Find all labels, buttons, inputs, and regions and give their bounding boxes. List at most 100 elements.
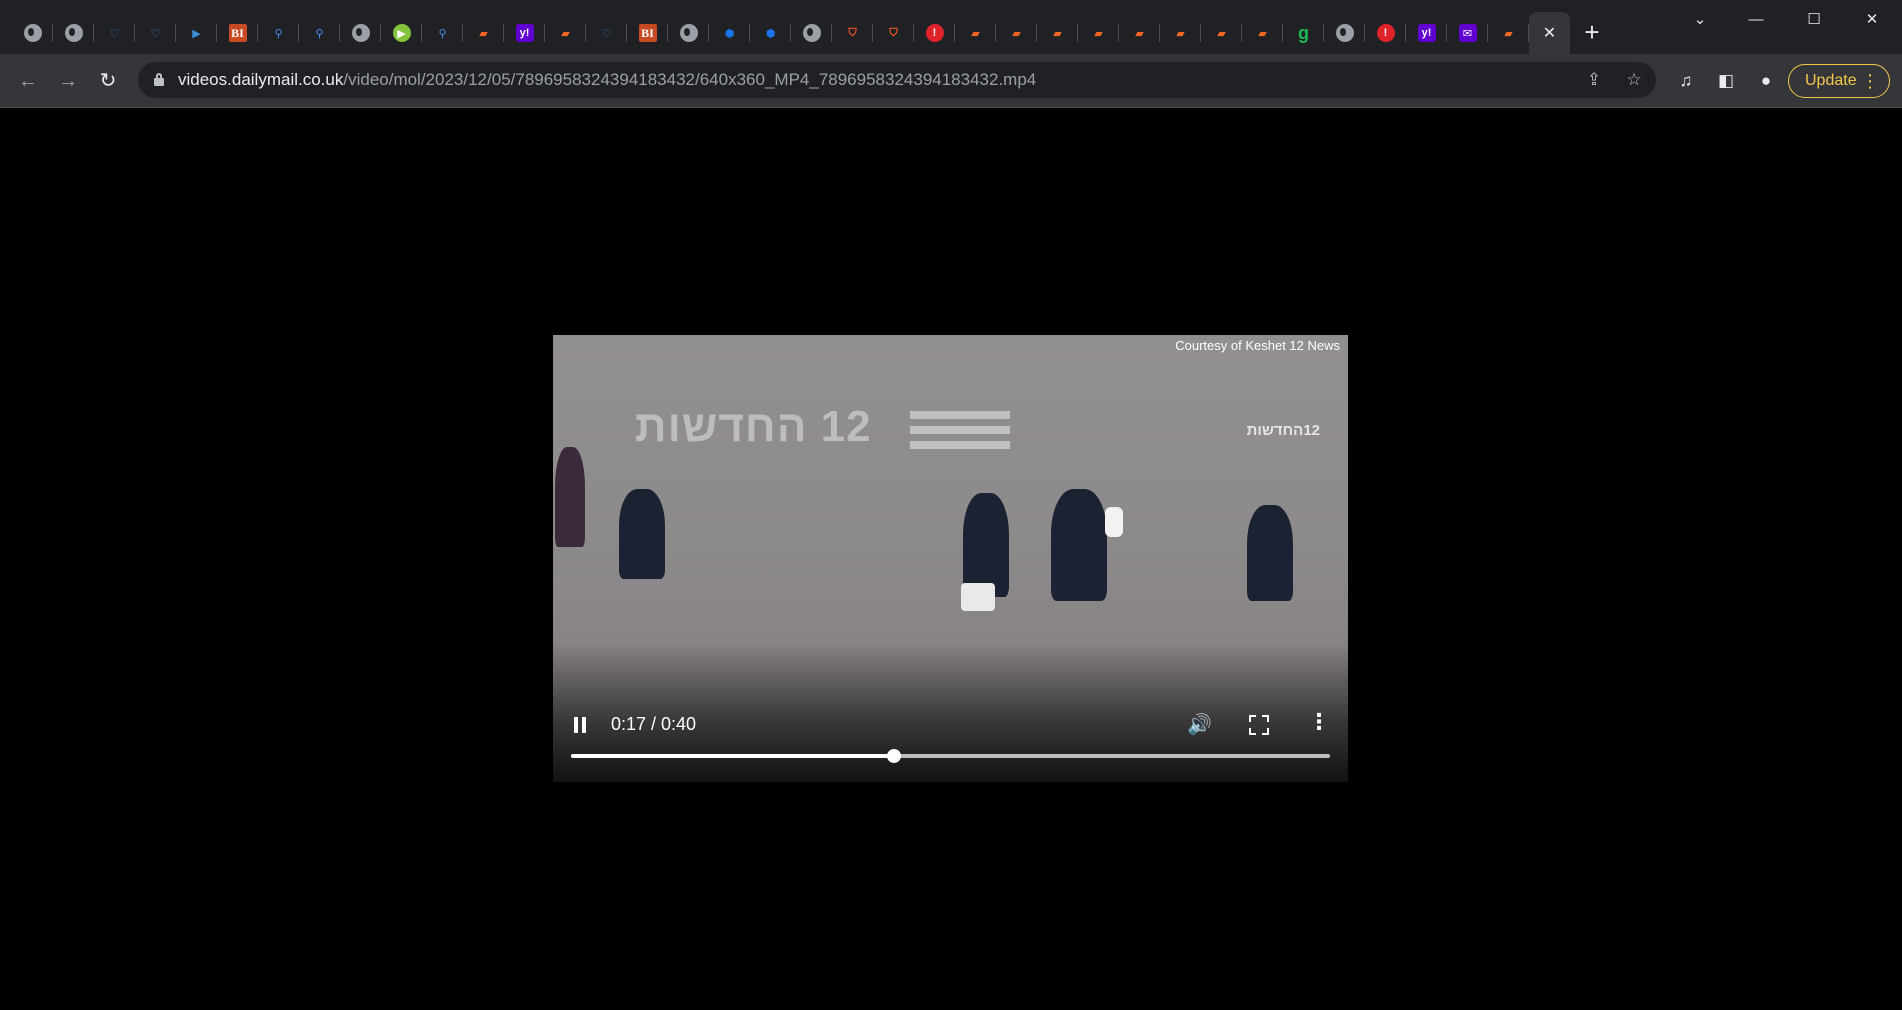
browser-tab[interactable] <box>791 12 832 54</box>
controls-gradient <box>553 642 1348 782</box>
volume-icon[interactable]: 🔊 <box>1187 712 1213 738</box>
browser-tab[interactable]: ! <box>914 12 955 54</box>
browser-tab[interactable]: ⬢ <box>709 12 750 54</box>
channel-watermark: 12 החדשות <box>635 402 872 451</box>
business-insider-icon: BI <box>638 24 657 42</box>
browser-tab[interactable] <box>12 12 53 54</box>
bookmark-icon: ▰ <box>1504 27 1513 40</box>
browser-tab[interactable]: ▰ <box>1201 12 1242 54</box>
play-icon: ▶ <box>392 24 411 42</box>
browser-tab[interactable] <box>53 12 94 54</box>
browser-tab[interactable]: ⚲ <box>422 12 463 54</box>
malwarebytes-icon: ♡ <box>150 27 161 40</box>
minimize-button[interactable]: — <box>1736 6 1776 34</box>
browser-tab[interactable]: ⚲ <box>299 12 340 54</box>
bookmark-star-icon[interactable]: ☆ <box>1624 70 1644 90</box>
browser-tab[interactable]: ▰ <box>1078 12 1119 54</box>
yahoo-icon: y! <box>515 24 534 42</box>
fullscreen-icon[interactable] <box>1247 713 1271 737</box>
bookmark-icon: ▰ <box>479 27 488 40</box>
tab-list: ♡ ♡ ▶ BI ⚲ ⚲ ▶ ⚲ ▰ y! ▰ ♡ BI ⬢ ⬢ ⛉ ⛉! ▰ ▰ ▰ ▰ ▰ ▰ ▰ ▰ g! y! ✉ ▰ ✕ <box>12 12 1570 54</box>
browser-tab[interactable] <box>1324 12 1365 54</box>
browser-tab[interactable]: ▰ <box>1119 12 1160 54</box>
bookmark-icon: ▰ <box>1012 27 1021 40</box>
browser-tab[interactable]: ♡ <box>94 12 135 54</box>
video-player[interactable]: Courtesy of Keshet 12 News 12 החדשות 12ה… <box>553 335 1348 782</box>
lock-icon[interactable] <box>154 73 164 86</box>
channel-watermark-small: 12החדשות <box>1246 422 1320 439</box>
address-bar[interactable]: videos.dailymail.co.uk/video/mol/2023/12… <box>138 62 1656 98</box>
profile-icon[interactable]: ● <box>1752 67 1780 95</box>
active-tab[interactable]: ✕ <box>1529 12 1570 54</box>
person-figure <box>1247 505 1293 601</box>
seek-handle[interactable] <box>886 749 901 763</box>
person-figure <box>963 493 1009 597</box>
close-window-button[interactable]: ✕ <box>1852 6 1892 34</box>
browser-tab[interactable]: ▶ <box>176 12 217 54</box>
yahoo-mail-icon: ✉ <box>1458 24 1477 42</box>
update-label: Update <box>1805 72 1857 89</box>
time-display: 0:17 / 0:40 <box>611 714 697 734</box>
url-path: /video/mol/2023/12/05/789695832439418343… <box>343 70 1037 89</box>
new-tab-button[interactable]: + <box>1578 19 1606 48</box>
maximize-button[interactable]: ☐ <box>1794 6 1834 34</box>
bookmark-icon: ▰ <box>1217 27 1226 40</box>
browser-tab[interactable]: ♡ <box>135 12 176 54</box>
bookmark-icon: ▰ <box>1258 27 1267 40</box>
white-object <box>961 583 995 611</box>
browser-tab[interactable]: BI <box>217 12 258 54</box>
browser-tab[interactable]: g <box>1283 12 1324 54</box>
bookmark-icon: ▰ <box>561 27 570 40</box>
browser-tab[interactable]: ▰ <box>1037 12 1078 54</box>
update-button[interactable]: Update ⋮ <box>1788 64 1890 98</box>
search-icon: ⚲ <box>438 27 447 40</box>
globe-icon <box>679 24 698 42</box>
share-icon[interactable]: ⇪ <box>1584 70 1604 90</box>
browser-tab[interactable] <box>340 12 381 54</box>
grammarly-icon: g <box>1298 22 1309 43</box>
browser-tab[interactable]: BI <box>627 12 668 54</box>
back-button[interactable]: ← <box>14 67 42 95</box>
bookmark-icon: ▰ <box>1176 27 1185 40</box>
browser-tab[interactable]: ▰ <box>545 12 586 54</box>
browser-tab[interactable]: ▰ <box>955 12 996 54</box>
pause-icon[interactable] <box>573 717 587 733</box>
reload-button[interactable]: ↻ <box>94 67 122 95</box>
malwarebytes-icon: ♡ <box>601 27 612 40</box>
browser-tab[interactable]: ▰ <box>1242 12 1283 54</box>
browser-tab[interactable]: ▰ <box>1488 12 1529 54</box>
browser-tab[interactable]: ⚲ <box>258 12 299 54</box>
more-options-icon[interactable]: ⋮ <box>1308 709 1330 735</box>
page-content: Courtesy of Keshet 12 News 12 החדשות 12ה… <box>0 109 1902 1010</box>
browser-tab[interactable]: ▰ <box>1160 12 1201 54</box>
bookmark-icon: ▰ <box>971 27 980 40</box>
tab-search-chevron-icon[interactable]: ⌄ <box>1680 6 1720 34</box>
seek-bar[interactable] <box>571 749 1330 763</box>
search-icon: ⚲ <box>315 27 324 40</box>
tag-icon: ▶ <box>192 27 201 40</box>
browser-tab[interactable]: ⛉ <box>873 12 914 54</box>
close-tab-icon[interactable]: ✕ <box>1543 23 1556 43</box>
business-insider-icon: BI <box>228 24 247 42</box>
video-credit: Courtesy of Keshet 12 News <box>1175 338 1340 353</box>
side-panel-icon[interactable]: ◧ <box>1712 67 1740 95</box>
browser-tab[interactable]: y! <box>1406 12 1447 54</box>
media-controls-icon[interactable]: ♫ <box>1672 67 1700 95</box>
browser-tab[interactable]: ♡ <box>586 12 627 54</box>
browser-tab[interactable]: y! <box>504 12 545 54</box>
tab-strip: ♡ ♡ ▶ BI ⚲ ⚲ ▶ ⚲ ▰ y! ▰ ♡ BI ⬢ ⬢ ⛉ ⛉! ▰ ▰ ▰ ▰ ▰ ▰ ▰ ▰ g! y! ✉ ▰ ✕ + ⌄… <box>0 0 1902 54</box>
browser-tab[interactable]: ▶ <box>381 12 422 54</box>
forward-button[interactable]: → <box>54 67 82 95</box>
yahoo-icon: y! <box>1417 24 1436 42</box>
browser-tab[interactable]: ✉ <box>1447 12 1488 54</box>
browser-tab[interactable]: ⬢ <box>750 12 791 54</box>
cube-icon: ⬢ <box>765 27 776 40</box>
map-pin-icon: ! <box>1376 24 1395 42</box>
browser-tab[interactable] <box>668 12 709 54</box>
url-text[interactable]: videos.dailymail.co.uk/video/mol/2023/12… <box>178 62 1036 98</box>
chrome-menu-icon[interactable]: ⋮ <box>1861 65 1879 97</box>
browser-tab[interactable]: ▰ <box>463 12 504 54</box>
browser-tab[interactable]: ! <box>1365 12 1406 54</box>
browser-tab[interactable]: ⛉ <box>832 12 873 54</box>
browser-tab[interactable]: ▰ <box>996 12 1037 54</box>
